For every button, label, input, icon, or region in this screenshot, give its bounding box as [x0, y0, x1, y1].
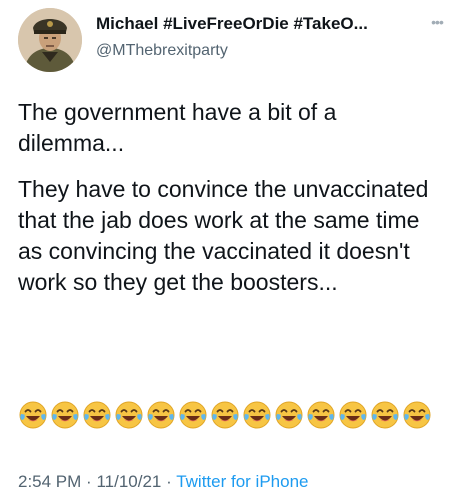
tweet-date[interactable]: 11/10/21: [96, 472, 161, 491]
face-with-tears-of-joy-emoji: [339, 401, 367, 429]
face-with-tears-of-joy-emoji: [83, 401, 111, 429]
face-with-tears-of-joy-emoji: [275, 401, 303, 429]
face-with-tears-of-joy-emoji: [147, 401, 175, 429]
profile-photo: [18, 8, 82, 72]
tweet-text: The government have a bit of a dilemma..…: [18, 97, 448, 313]
tweet-paragraph: The government have a bit of a dilemma..…: [18, 99, 337, 156]
face-with-tears-of-joy-emoji: [371, 401, 399, 429]
avatar[interactable]: [18, 8, 82, 72]
tweet-source[interactable]: Twitter for iPhone: [176, 472, 308, 491]
face-with-tears-of-joy-emoji: [243, 401, 271, 429]
more-icon[interactable]: •••: [422, 10, 452, 34]
tweet-meta: 2:54 PM · 11/10/21 · Twitter for iPhone: [18, 472, 308, 492]
meta-separator: ·: [86, 472, 92, 491]
face-with-tears-of-joy-emoji: [19, 401, 47, 429]
emoji-row: [18, 400, 432, 430]
meta-separator: ·: [166, 472, 172, 491]
face-with-tears-of-joy-emoji: [307, 401, 335, 429]
tweet-paragraph: They have to convince the unvaccinated t…: [18, 176, 429, 295]
face-with-tears-of-joy-emoji: [51, 401, 79, 429]
display-name[interactable]: Michael #LiveFreeOrDie #TakeO...: [96, 14, 416, 34]
face-with-tears-of-joy-emoji: [211, 401, 239, 429]
tweet-time[interactable]: 2:54 PM: [18, 472, 81, 491]
face-with-tears-of-joy-emoji: [403, 401, 431, 429]
face-with-tears-of-joy-emoji: [115, 401, 143, 429]
face-with-tears-of-joy-emoji: [179, 401, 207, 429]
user-handle[interactable]: @MThebrexitparty: [96, 41, 228, 61]
